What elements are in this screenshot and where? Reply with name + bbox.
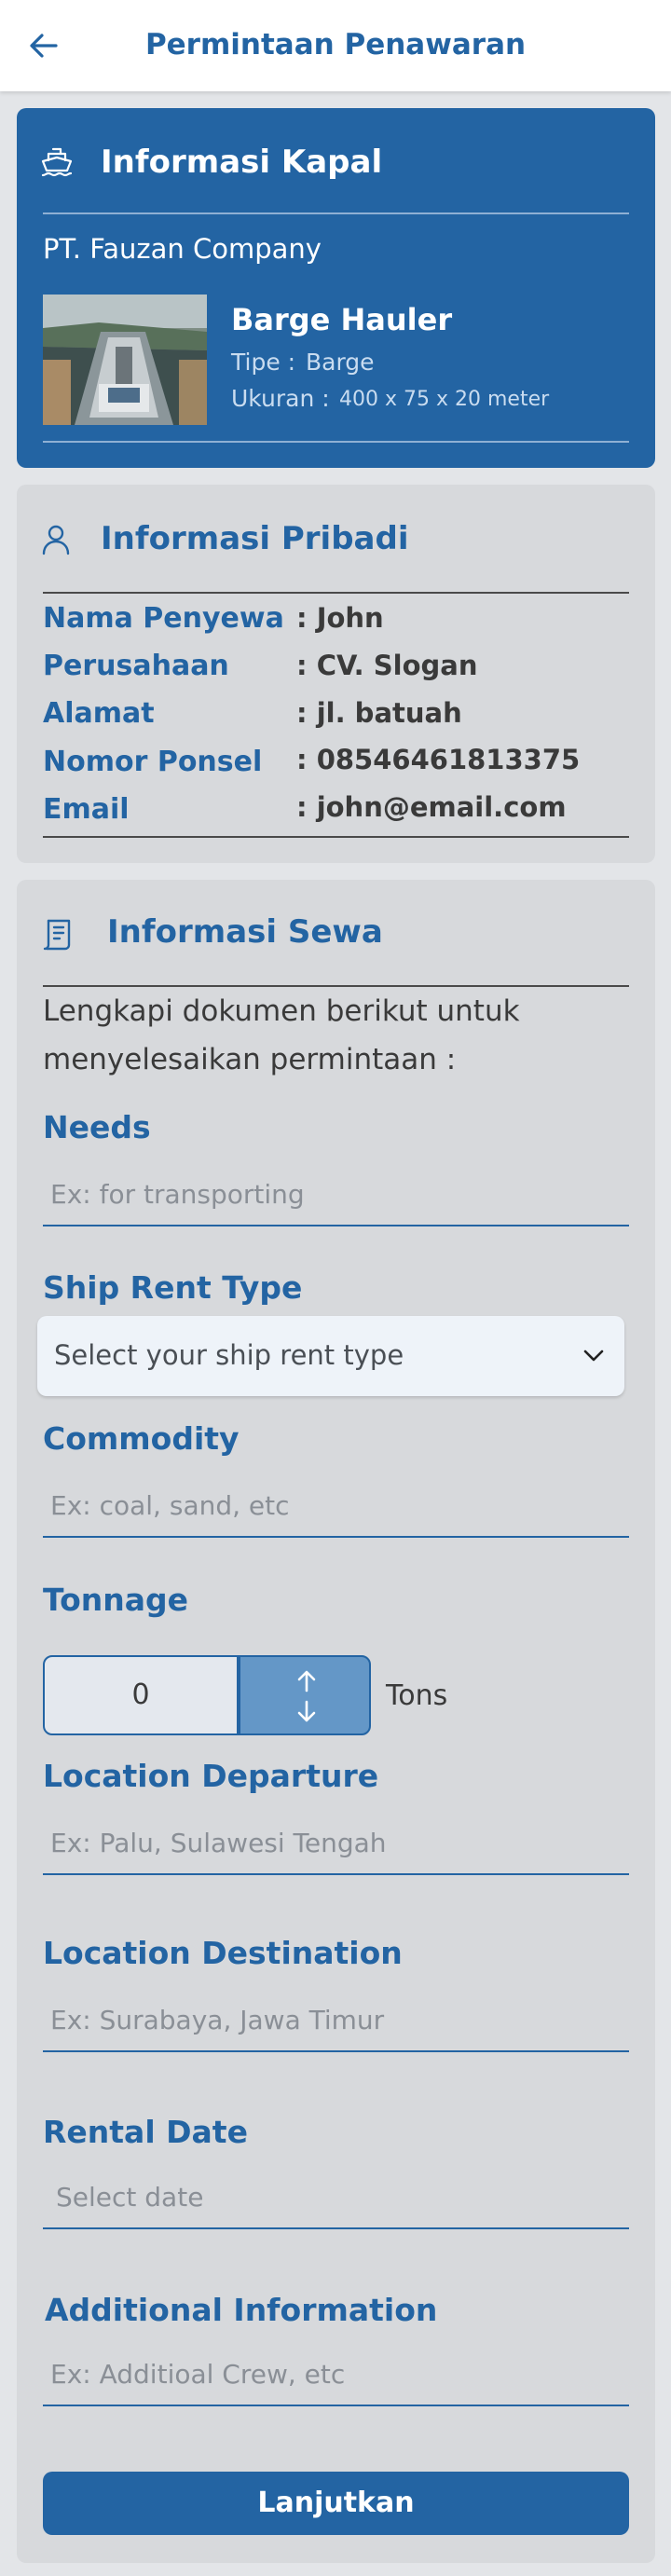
ship-info-card: Informasi Kapal PT. Fauzan Company Barge… <box>17 108 655 468</box>
company-value: : CV. Slogan <box>296 650 478 681</box>
commodity-label: Commodity <box>43 1420 240 1457</box>
ship-type-label: Tipe : <box>231 349 296 376</box>
departure-label: Location Departure <box>43 1758 379 1794</box>
rental-intro-text: Lengkapi dokumen berikut untuk menyelesa… <box>43 994 520 1076</box>
address-label: Alamat <box>43 697 155 730</box>
ship-type-value: Barge <box>306 349 375 376</box>
company-label: Perusahaan <box>43 650 229 682</box>
document-icon <box>41 915 78 952</box>
tonnage-stepper: 0 <box>43 1655 371 1735</box>
tonnage-label: Tonnage <box>43 1582 189 1618</box>
divider <box>43 836 629 838</box>
destination-label: Location Destination <box>43 1935 403 1971</box>
rental-info-title: Informasi Sewa <box>107 913 383 951</box>
tonnage-value[interactable]: 0 <box>43 1655 239 1735</box>
tenant-name-label: Nama Penyewa <box>43 602 284 635</box>
destination-input[interactable] <box>43 1989 629 2052</box>
personal-info-card: Informasi Pribadi Nama Penyewa : John Pe… <box>17 485 655 863</box>
email-label: Email <box>43 793 130 826</box>
user-icon <box>39 522 76 559</box>
personal-info-title: Informasi Pribadi <box>101 520 409 557</box>
tonnage-step-buttons[interactable] <box>239 1655 371 1735</box>
app-bar: Permintaan Penawaran <box>0 0 671 91</box>
rent-type-label: Ship Rent Type <box>43 1269 303 1306</box>
divider <box>43 592 629 594</box>
email-value: : john@email.com <box>296 791 567 823</box>
divider <box>43 441 629 443</box>
divider <box>43 212 629 214</box>
company-name: PT. Fauzan Company <box>43 233 322 265</box>
tonnage-unit: Tons <box>386 1679 448 1712</box>
departure-input[interactable] <box>43 1812 629 1875</box>
arrow-up-down-icon <box>297 1670 316 1722</box>
needs-label: Needs <box>43 1109 151 1145</box>
ship-icon <box>39 144 75 180</box>
phone-value: : 08546461813375 <box>296 744 581 775</box>
additional-info-input[interactable] <box>43 2343 629 2406</box>
chevron-down-icon <box>580 1342 608 1370</box>
commodity-input[interactable] <box>43 1474 629 1538</box>
ship-size-label: Ukuran : <box>231 385 330 412</box>
continue-button[interactable]: Lanjutkan <box>43 2472 629 2535</box>
ship-info-title: Informasi Kapal <box>101 144 383 181</box>
tenant-name-value: : John <box>296 602 384 634</box>
needs-input[interactable] <box>43 1163 629 1226</box>
ship-size-value: 400 x 75 x 20 meter <box>339 388 550 411</box>
additional-info-label: Additional Information <box>45 2292 438 2328</box>
ship-name: Barge Hauler <box>231 302 453 337</box>
rent-type-select[interactable]: Select your ship rent type <box>37 1316 624 1396</box>
page-title: Permintaan Penawaran <box>144 28 527 62</box>
rent-type-placeholder: Select your ship rent type <box>54 1339 404 1371</box>
rental-date-label: Rental Date <box>43 2114 248 2150</box>
ship-photo <box>43 295 207 425</box>
address-value: : jl. batuah <box>296 697 462 729</box>
rental-info-card: Informasi Sewa Lengkapi dokumen berikut … <box>17 880 655 2563</box>
phone-label: Nomor Ponsel <box>43 746 263 778</box>
rental-date-input[interactable] <box>43 2166 629 2229</box>
